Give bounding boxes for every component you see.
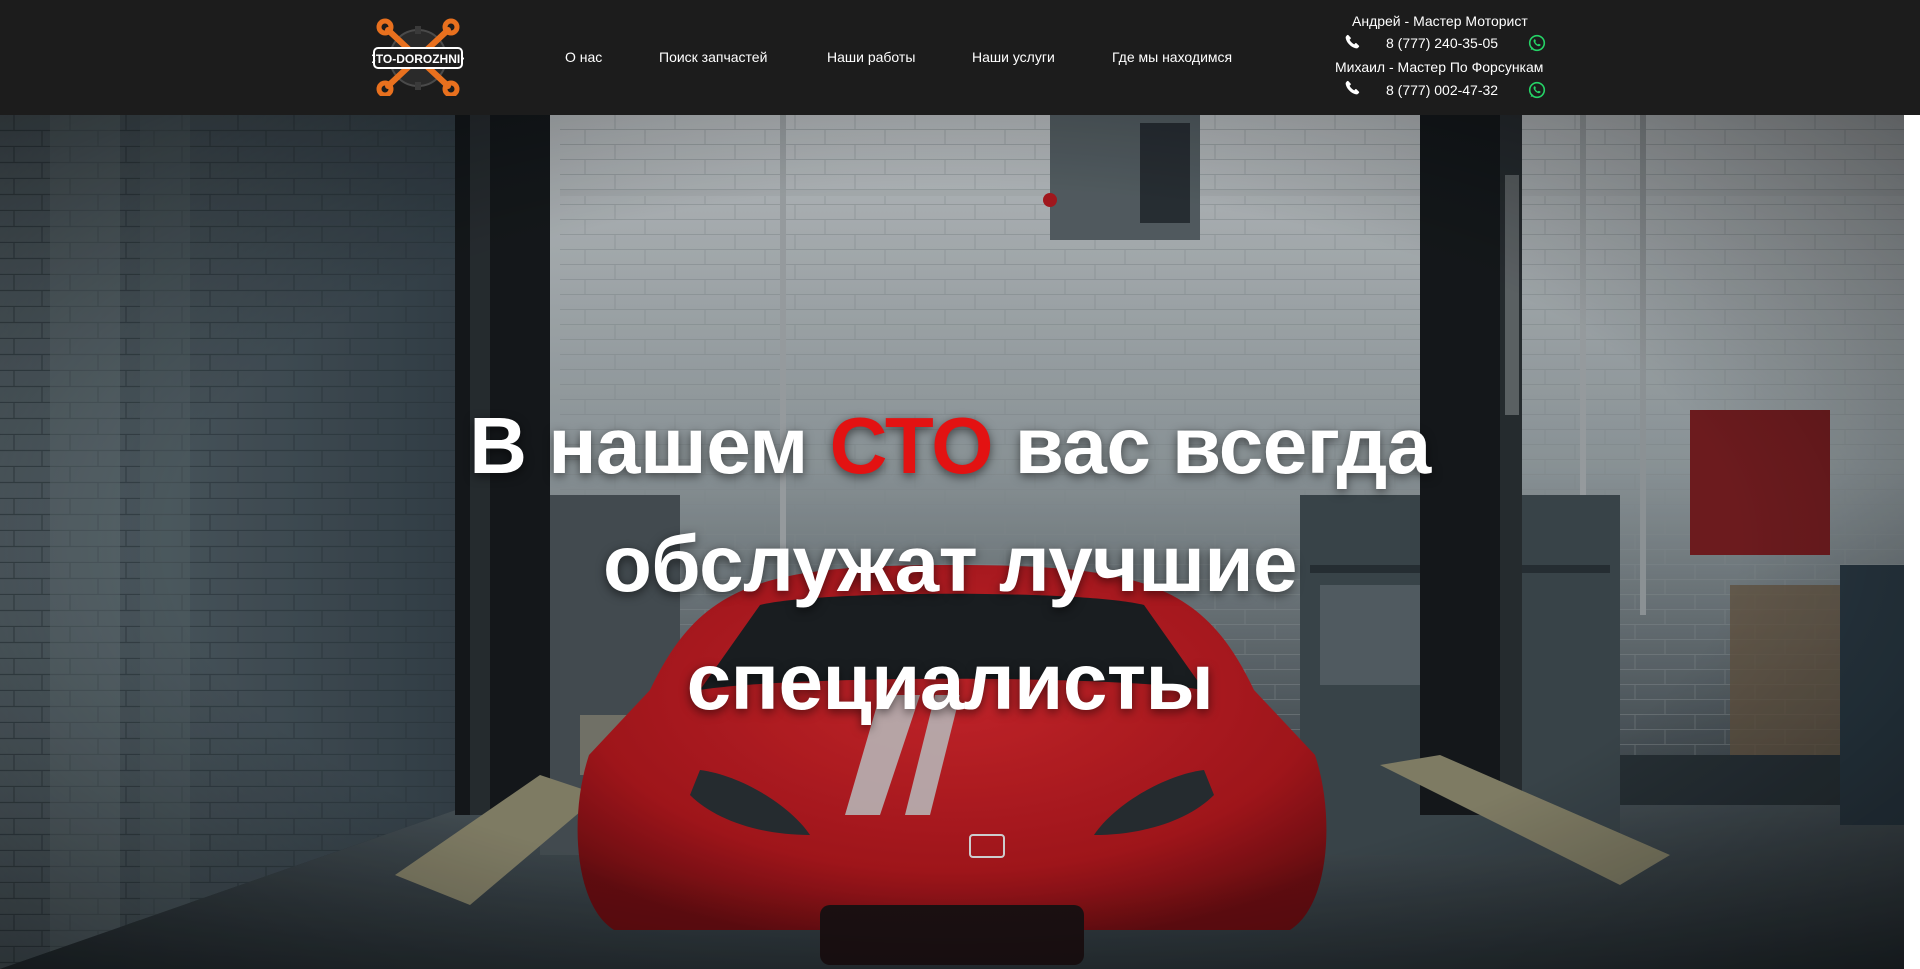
nav-item-location[interactable]: Где мы находимся <box>1112 48 1232 66</box>
headline-line-1: В нашем СТО вас всегда <box>400 387 1500 505</box>
page-scrollbar[interactable] <box>1904 115 1920 969</box>
nav-item-our-services[interactable]: Наши услуги <box>972 48 1055 66</box>
phone-icon[interactable] <box>1345 34 1360 49</box>
hero-headline: В нашем СТО вас всегда обслужат лучшие с… <box>400 387 1500 741</box>
headline-text: В нашем <box>469 401 808 490</box>
nav-item-about[interactable]: О нас <box>565 48 602 66</box>
phone-icon[interactable] <box>1345 80 1360 95</box>
main-nav: О нас Поиск запчастей Наши работы Наши у… <box>0 0 1920 115</box>
headline-text: вас всегда <box>1014 401 1432 490</box>
whatsapp-icon[interactable] <box>1528 81 1546 99</box>
nav-item-our-works[interactable]: Наши работы <box>827 48 915 66</box>
headline-line-3: специалисты <box>686 637 1214 726</box>
whatsapp-icon[interactable] <box>1528 34 1546 52</box>
phone-link-mikhail[interactable]: 8 (777) 002-47-32 <box>1386 81 1498 99</box>
hero-section: В нашем СТО вас всегда обслужат лучшие с… <box>0 115 1904 969</box>
contact-name-mikhail: Михаил - Мастер По Форсункам <box>1335 59 1544 75</box>
site-header: CTO-DOROZHNIK О нас Поиск запчастей Наши… <box>0 0 1920 115</box>
phone-link-andrey[interactable]: 8 (777) 240-35-05 <box>1386 34 1498 52</box>
contact-name-andrey: Андрей - Мастер Моторист <box>1352 13 1528 29</box>
headline-line-2: обслужат лучшие <box>602 519 1298 608</box>
nav-item-parts-search[interactable]: Поиск запчастей <box>659 48 767 66</box>
headline-accent-sto: СТО <box>829 401 994 490</box>
